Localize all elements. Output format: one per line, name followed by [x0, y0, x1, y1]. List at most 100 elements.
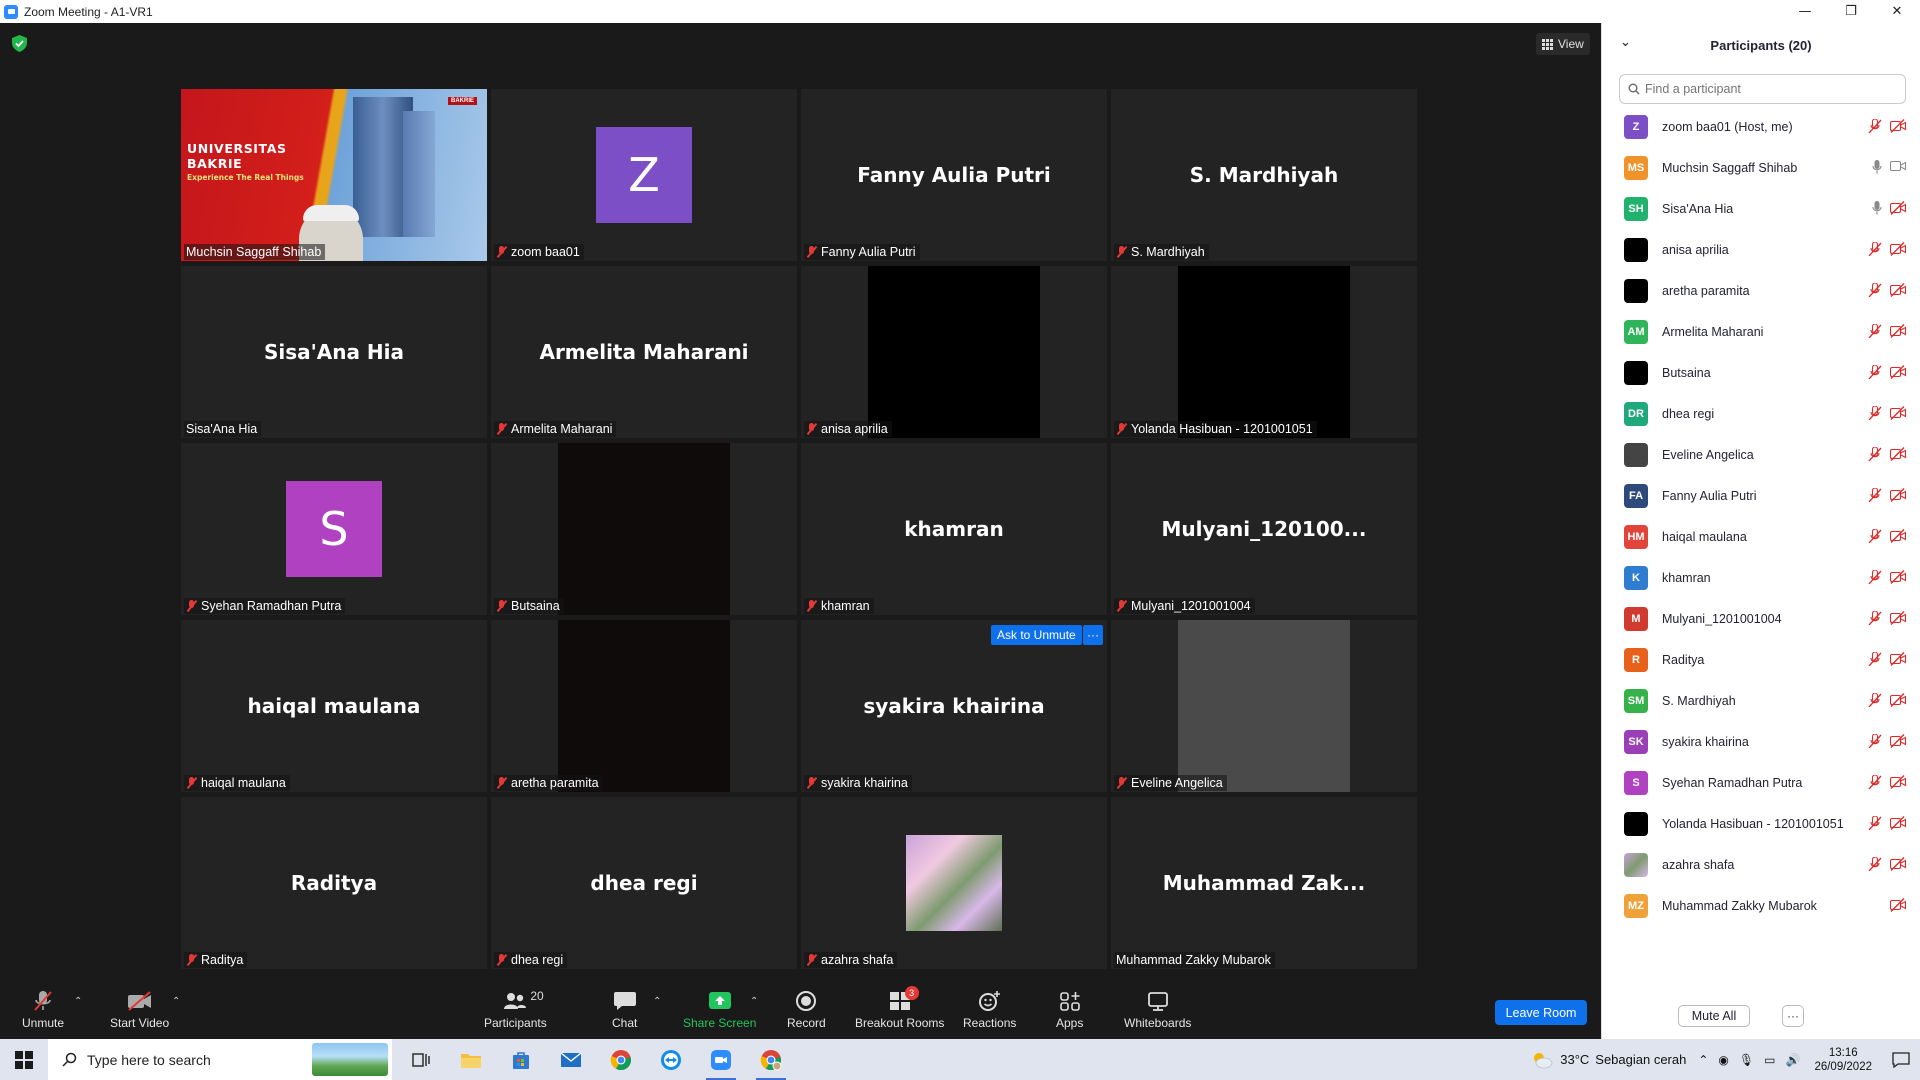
- view-button[interactable]: View: [1536, 33, 1590, 55]
- participant-row[interactable]: azahra shafa: [1602, 844, 1920, 885]
- network-icon[interactable]: ▭: [1764, 1053, 1775, 1067]
- participant-row[interactable]: Z zoom baa01 (Host, me): [1602, 106, 1920, 147]
- whiteboards-button[interactable]: Whiteboards: [1124, 990, 1191, 1030]
- teamviewer-button[interactable]: [646, 1039, 696, 1080]
- more-options-button[interactable]: ···: [1782, 1005, 1804, 1027]
- audio-options-caret[interactable]: ⌃: [74, 996, 82, 1007]
- participant-row[interactable]: FA Fanny Aulia Putri: [1602, 475, 1920, 516]
- microphone-muted-icon[interactable]: [1868, 324, 1882, 338]
- participant-row[interactable]: K khamran: [1602, 557, 1920, 598]
- participant-row[interactable]: Butsaina: [1602, 352, 1920, 393]
- ask-to-unmute-button[interactable]: Ask to Unmute: [991, 625, 1082, 645]
- video-off-icon[interactable]: [1890, 119, 1906, 133]
- participant-row[interactable]: M Mulyani_1201001004: [1602, 598, 1920, 639]
- chevron-up-icon[interactable]: ⌃: [1698, 1053, 1708, 1067]
- microphone-muted-icon[interactable]: [1868, 734, 1882, 748]
- microphone-muted-icon[interactable]: [1868, 775, 1882, 789]
- taskbar-search[interactable]: Type here to search: [48, 1039, 392, 1080]
- chat-options-caret[interactable]: ⌃: [653, 996, 661, 1007]
- video-off-icon[interactable]: [1890, 283, 1906, 297]
- video-tile[interactable]: Zzoom baa01: [491, 89, 797, 261]
- weather-widget[interactable]: 33°C Sebagian cerah: [1530, 1051, 1686, 1069]
- video-tile[interactable]: S. Mardhiyah S. Mardhiyah: [1111, 89, 1417, 261]
- video-tile[interactable]: Fanny Aulia Putri Fanny Aulia Putri: [801, 89, 1107, 261]
- reactions-button[interactable]: Reactions: [963, 990, 1016, 1030]
- minimize-button[interactable]: —: [1782, 0, 1828, 23]
- microphone-muted-icon[interactable]: [1868, 529, 1882, 543]
- video-tile[interactable]: syakira khairina syakira khairina: [801, 620, 1107, 792]
- store-button[interactable]: [496, 1039, 546, 1080]
- video-off-icon[interactable]: [1890, 857, 1906, 871]
- participant-row[interactable]: AM Armelita Maharani: [1602, 311, 1920, 352]
- chrome-profile-button[interactable]: [746, 1039, 796, 1080]
- participant-row[interactable]: MZ Muhammad Zakky Mubarok: [1602, 885, 1920, 926]
- microphone-icon[interactable]: 🎙: [1739, 1053, 1754, 1067]
- participant-row[interactable]: MS Muchsin Saggaff Shihab: [1602, 147, 1920, 188]
- participant-row[interactable]: DR dhea regi: [1602, 393, 1920, 434]
- participant-row[interactable]: SH Sisa'Ana Hia: [1602, 188, 1920, 229]
- microphone-muted-icon[interactable]: [1868, 570, 1882, 584]
- microphone-muted-icon[interactable]: [1868, 816, 1882, 830]
- video-off-icon[interactable]: [1890, 775, 1906, 789]
- microphone-icon[interactable]: [1872, 160, 1882, 174]
- leave-room-button[interactable]: Leave Room: [1495, 1000, 1587, 1025]
- zoom-taskbar-button[interactable]: [696, 1039, 746, 1080]
- video-off-icon[interactable]: [1890, 447, 1906, 461]
- breakout-rooms-button[interactable]: 3 Breakout Rooms: [855, 986, 944, 1030]
- video-tile[interactable]: S Syehan Ramadhan Putra: [181, 443, 487, 615]
- microphone-muted-icon[interactable]: [1868, 365, 1882, 379]
- video-off-icon[interactable]: [1890, 242, 1906, 256]
- video-tile[interactable]: Sisa'Ana Hia Sisa'Ana Hia: [181, 266, 487, 438]
- video-off-icon[interactable]: [1890, 652, 1906, 666]
- tile-more-button[interactable]: ···: [1083, 625, 1103, 645]
- video-tile[interactable]: Muhammad Zak... Muhammad Zakky Mubarok: [1111, 797, 1417, 969]
- maximize-button[interactable]: ❐: [1828, 0, 1874, 23]
- task-view-button[interactable]: [396, 1039, 446, 1080]
- record-button[interactable]: Record: [787, 990, 826, 1030]
- file-explorer-button[interactable]: [446, 1039, 496, 1080]
- video-tile[interactable]: Armelita Maharani Armelita Maharani: [491, 266, 797, 438]
- video-off-icon[interactable]: [1890, 611, 1906, 625]
- video-off-icon[interactable]: [1890, 816, 1906, 830]
- microphone-muted-icon[interactable]: [1868, 119, 1882, 133]
- microphone-muted-icon[interactable]: [1868, 447, 1882, 461]
- participant-row[interactable]: S Syehan Ramadhan Putra: [1602, 762, 1920, 803]
- video-tile[interactable]: Raditya Raditya: [181, 797, 487, 969]
- participant-row[interactable]: HM haiqal maulana: [1602, 516, 1920, 557]
- microphone-muted-icon[interactable]: [1868, 242, 1882, 256]
- video-tile[interactable]: Butsaina: [491, 443, 797, 615]
- video-off-icon[interactable]: [1890, 693, 1906, 707]
- microphone-muted-icon[interactable]: [1868, 488, 1882, 502]
- mail-button[interactable]: [546, 1039, 596, 1080]
- notifications-button[interactable]: [1882, 1039, 1920, 1080]
- search-input[interactable]: [1645, 82, 1885, 96]
- video-off-icon[interactable]: [1890, 570, 1906, 584]
- microphone-muted-icon[interactable]: [1868, 406, 1882, 420]
- video-tile[interactable]: khamran khamran: [801, 443, 1107, 615]
- participant-row[interactable]: aretha paramita: [1602, 270, 1920, 311]
- volume-icon[interactable]: 🔊: [1785, 1053, 1800, 1067]
- participant-search[interactable]: [1619, 74, 1906, 104]
- microphone-muted-icon[interactable]: [1868, 283, 1882, 297]
- video-tile[interactable]: UNIVERSITAS BAKRIE Experience The Real T…: [181, 89, 487, 261]
- close-button[interactable]: ✕: [1874, 0, 1920, 23]
- start-button[interactable]: [0, 1039, 48, 1080]
- microphone-muted-icon[interactable]: [1868, 857, 1882, 871]
- participants-button[interactable]: 20 Participants: [484, 989, 547, 1030]
- microphone-muted-icon[interactable]: [1868, 652, 1882, 666]
- chrome-button[interactable]: [596, 1039, 646, 1080]
- video-off-icon[interactable]: [1890, 406, 1906, 420]
- security-shield-icon[interactable]: [12, 35, 27, 52]
- video-tile[interactable]: haiqal maulana haiqal maulana: [181, 620, 487, 792]
- video-off-icon[interactable]: [1890, 529, 1906, 543]
- video-tile[interactable]: dhea regi dhea regi: [491, 797, 797, 969]
- video-tile[interactable]: Mulyani_120100... Mulyani_1201001004: [1111, 443, 1417, 615]
- chat-button[interactable]: Chat: [612, 990, 637, 1030]
- video-options-caret[interactable]: ⌃: [172, 996, 180, 1007]
- share-screen-button[interactable]: Share Screen: [683, 990, 756, 1030]
- video-tile[interactable]: anisa aprilia: [801, 266, 1107, 438]
- video-off-icon[interactable]: [1890, 488, 1906, 502]
- participant-row[interactable]: anisa aprilia: [1602, 229, 1920, 270]
- record-indicator-icon[interactable]: ◉: [1718, 1053, 1728, 1067]
- apps-button[interactable]: Apps: [1056, 990, 1083, 1030]
